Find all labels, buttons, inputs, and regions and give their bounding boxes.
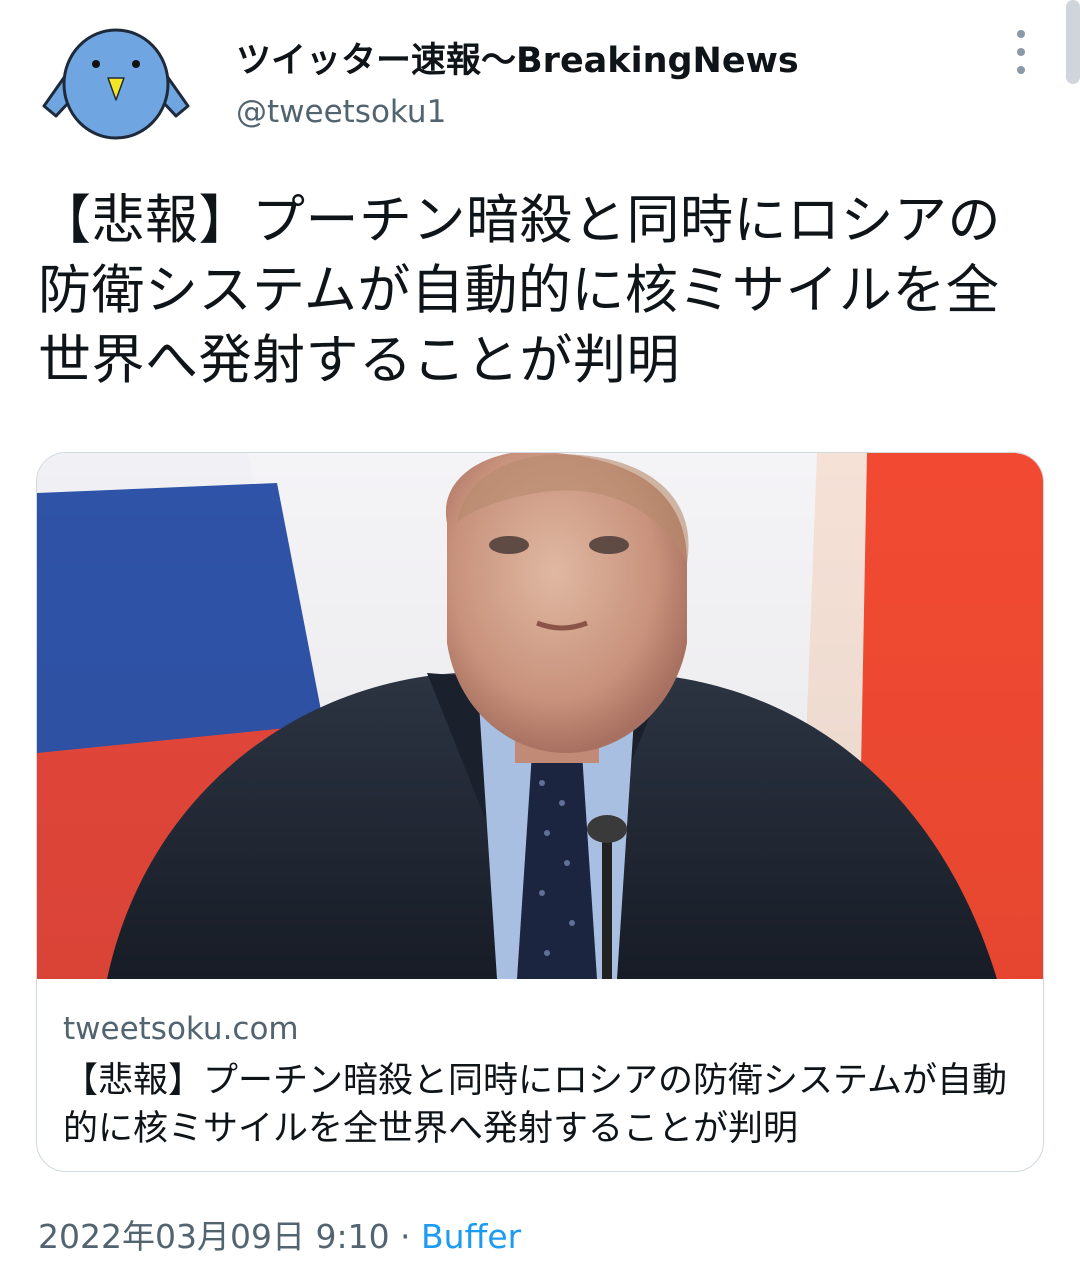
- meta-separator: ·: [389, 1217, 422, 1256]
- tweet-meta: 2022年03月09日 9:10 · Buffer: [38, 1210, 521, 1258]
- card-domain[interactable]: tweetsoku.com: [63, 1009, 1023, 1049]
- tweet-text: 【悲報】プーチン暗殺と同時にロシアの防衛システムが自動的に核ミサイルを全世界へ発…: [38, 190, 1001, 391]
- user-handle[interactable]: @tweetsoku1: [236, 94, 446, 130]
- more-dot: [1017, 66, 1025, 74]
- display-name[interactable]: ツイッター速報〜BreakingNews: [236, 32, 799, 83]
- avatar[interactable]: [42, 26, 190, 142]
- more-dot: [1017, 30, 1025, 38]
- card-title[interactable]: 【悲報】プーチン暗殺と同時にロシアの防衛システムが自動的に核ミサイルを全世界へ発…: [63, 1057, 1023, 1153]
- more-dot: [1017, 48, 1025, 56]
- tweet-header: ツイッター速報〜BreakingNews @tweetsoku1: [0, 0, 1080, 160]
- blue-bird-avatar-icon: [42, 28, 190, 140]
- tweet-source-link[interactable]: Buffer: [421, 1217, 521, 1256]
- link-card[interactable]: tweetsoku.com 【悲報】プーチン暗殺と同時にロシアの防衛システムが自…: [36, 452, 1044, 1172]
- card-meta: tweetsoku.com 【悲報】プーチン暗殺と同時にロシアの防衛システムが自…: [63, 1009, 1023, 1153]
- more-vertical-icon[interactable]: [1006, 30, 1036, 74]
- card-image[interactable]: [37, 453, 1043, 979]
- tweet-timestamp[interactable]: 2022年03月09日 9:10: [38, 1217, 390, 1256]
- scrollbar[interactable]: [1066, 0, 1080, 84]
